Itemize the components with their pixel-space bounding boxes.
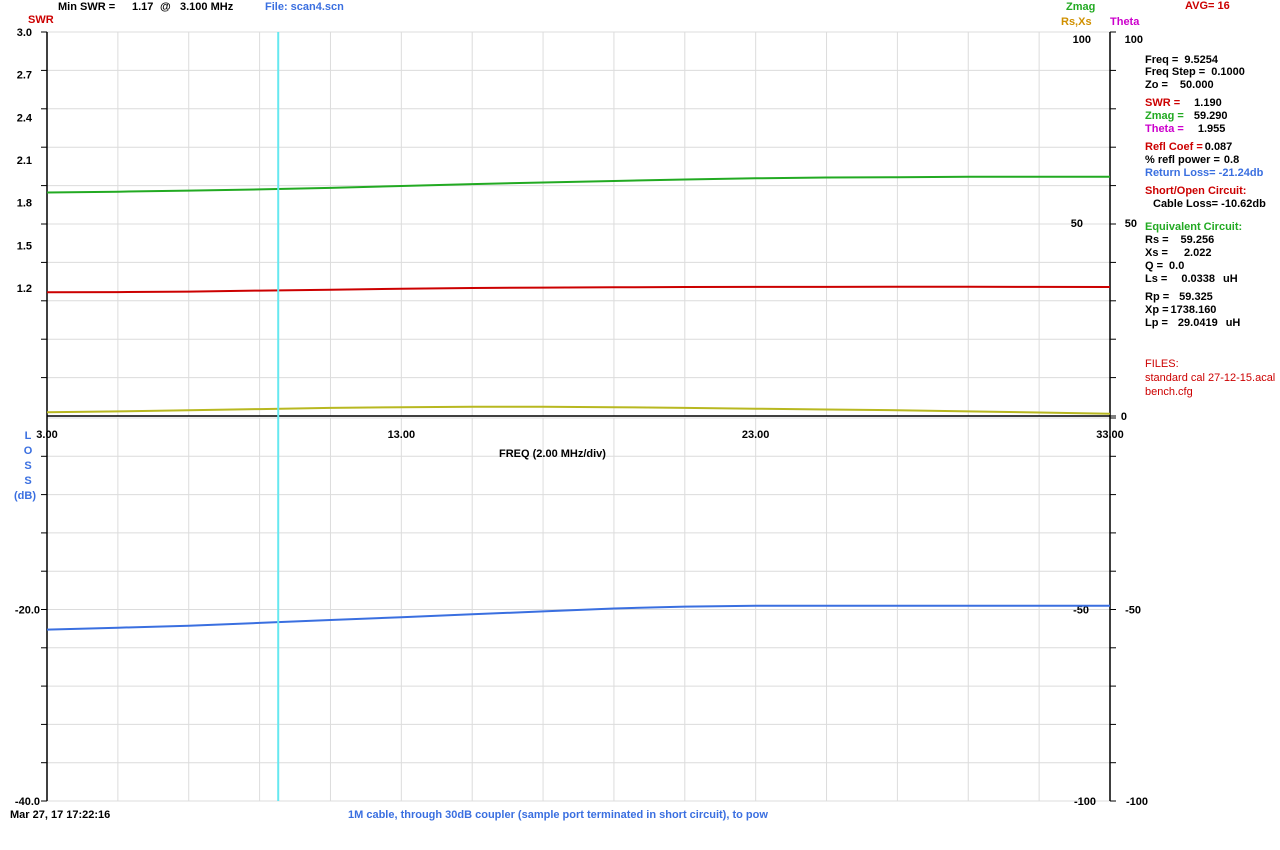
theta-tick-label: 0	[1121, 411, 1127, 423]
swr-tick-label: 2.1	[17, 155, 32, 167]
zmag-tick-label: 50	[1071, 218, 1083, 230]
readout-xp: Xp = 1738.160	[1145, 304, 1217, 316]
swr-tick-label: 2.4	[17, 112, 33, 124]
readout-short-open-title: Short/Open Circuit:	[1145, 185, 1247, 197]
file-label: File: scan4.scn	[265, 1, 344, 13]
loss-unit-label: (dB)	[14, 490, 36, 502]
footer-description: 1M cable, through 30dB coupler (sample p…	[348, 809, 768, 821]
readout-swr: SWR = 1.190	[1145, 97, 1222, 109]
swr-tick-label: 3.0	[17, 27, 32, 39]
loss-right-tick-label: -100	[1074, 796, 1096, 808]
min-swr-freq: 3.100 MHz	[180, 1, 234, 13]
min-swr-at: @	[160, 1, 171, 13]
swr-tick-label: 1.8	[17, 198, 32, 210]
swr-tick-label: 2.7	[17, 70, 32, 82]
readout-q: Q = 0.0	[1145, 260, 1185, 272]
freq-tick-label: 13.00	[388, 429, 416, 441]
freq-tick-label: 33.00	[1096, 429, 1124, 441]
freq-tick-label: 3.00	[36, 429, 57, 441]
readout-rs: Rs = 59.256	[1145, 234, 1215, 246]
rsxs-trace	[46, 405, 1111, 415]
readout-rp: Rp = 59.325	[1145, 291, 1213, 303]
freq-tick-label: 23.00	[742, 429, 770, 441]
loss-letter-s2: S	[24, 475, 32, 487]
avg-label: AVG= 16	[1185, 0, 1230, 12]
loss-outer-tick-label: -100	[1126, 796, 1148, 808]
readout-lp: Lp = 29.0419 uH	[1145, 317, 1241, 329]
theta-tick-label: 100	[1125, 34, 1143, 46]
readout-zmag: Zmag = 59.290	[1145, 110, 1228, 122]
readout-ls: Ls = 0.0338 uH	[1145, 273, 1238, 285]
readout-theta: Theta = 1.955	[1145, 123, 1226, 135]
rsxs-axis-label: Rs,Xs	[1061, 16, 1092, 28]
swr-tick-label: 1.2	[17, 283, 32, 295]
loss-letter-s1: S	[24, 460, 32, 472]
file-cfg: bench.cfg	[1145, 386, 1193, 398]
loss-tick-label: -20.0	[15, 605, 40, 617]
swr-axis-label: SWR	[28, 14, 54, 26]
top-grid	[46, 31, 1111, 417]
theta-axis-label: Theta	[1110, 16, 1140, 28]
loss-letter-o: O	[23, 445, 33, 457]
theta-tick-label: 50	[1125, 218, 1137, 230]
zmag-axis-label: Zmag	[1066, 1, 1096, 13]
swr-tick-label: 1.5	[17, 240, 32, 252]
traces	[46, 175, 1111, 631]
loss-letter-l: L	[24, 430, 32, 442]
footer-datetime: Mar 27, 17 17:22:16	[10, 809, 111, 821]
readout-refl-power: % refl power = 0.8	[1145, 154, 1240, 166]
x-axis-label: FREQ (2.00 MHz/div)	[499, 448, 606, 460]
zmag-tick-label: 100	[1073, 34, 1091, 46]
readout-xs: Xs = 2.022	[1145, 247, 1212, 259]
min-swr-label: Min SWR =	[58, 1, 116, 13]
plot-area: 3.0 2.7 2.4 2.1 1.8 1.5 1.2 3.00 13.00 23.00 33.00…	[15, 27, 1148, 808]
swr-trace	[46, 285, 1111, 294]
readout-refl-coef: Refl Coef = 0.087	[1145, 141, 1233, 153]
avg-value: 16	[1217, 0, 1230, 12]
zmag-trace	[46, 175, 1110, 194]
file-cal: standard cal 27-12-15.acal	[1145, 372, 1276, 384]
readout-zo: Zo = 50.000	[1145, 79, 1214, 91]
loss-tick-label: -40.0	[15, 796, 40, 808]
files-title: FILES:	[1145, 358, 1179, 370]
loss-outer-tick-label: -50	[1125, 605, 1141, 617]
readout-freq-step: Freq Step = 0.1000	[1145, 66, 1245, 78]
readout-cable-loss: Cable Loss= -10.62db	[1153, 198, 1266, 210]
min-swr-value: 1.17	[132, 1, 154, 13]
readout-equiv-title: Equivalent Circuit:	[1145, 221, 1243, 233]
readout-return-loss: Return Loss= -21.24db	[1145, 167, 1264, 179]
